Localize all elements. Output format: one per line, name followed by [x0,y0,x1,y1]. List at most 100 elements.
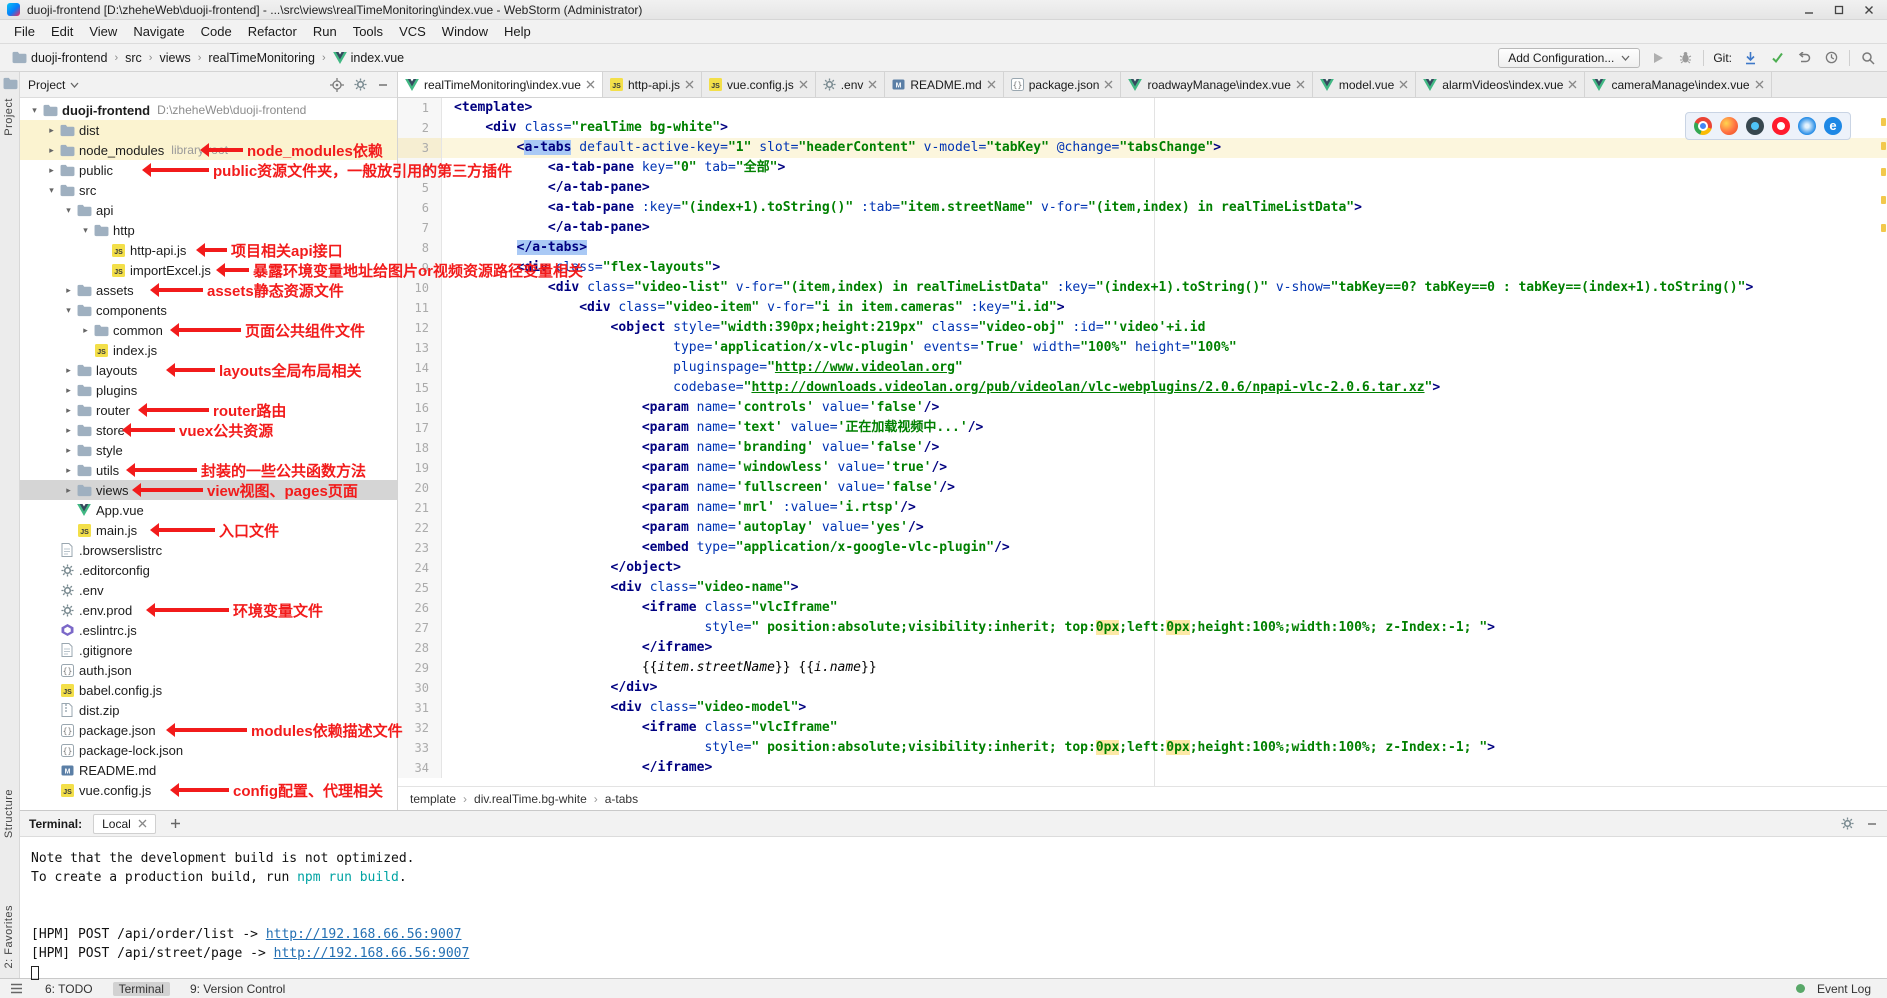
hide-panel-button[interactable] [377,79,389,91]
warning-mark[interactable] [1881,142,1886,150]
line-number[interactable]: 10 [398,278,442,298]
close-icon[interactable] [1568,80,1577,89]
code-line[interactable]: 12 <object style="width:390px;height:219… [398,318,1887,338]
close-icon[interactable] [987,80,996,89]
status-item-9-version-control[interactable]: 9: Version Control [184,982,291,996]
line-number[interactable]: 22 [398,518,442,538]
tool-button-project[interactable]: Project [3,98,15,136]
terminal-settings-icon[interactable] [1841,817,1854,830]
code-line[interactable]: 15 codebase="http://downloads.videolan.o… [398,378,1887,398]
run-button[interactable] [1649,49,1667,67]
close-icon[interactable] [868,80,877,89]
tree-item-store[interactable]: ▸store [20,420,397,440]
chevron-down-icon[interactable]: ▾ [79,225,92,236]
tree-item-vue-config-js[interactable]: JSvue.config.js [20,780,397,800]
tree-item-eslintrc-js[interactable]: .eslintrc.js [20,620,397,640]
tree-item-dist[interactable]: ▸dist [20,120,397,140]
line-number[interactable]: 8 [398,238,442,258]
menu-icon[interactable] [10,983,23,994]
warning-mark[interactable] [1881,168,1886,176]
warning-mark[interactable] [1881,224,1886,232]
close-icon[interactable] [685,80,694,89]
tree-item-http[interactable]: ▾http [20,220,397,240]
terminal-link[interactable]: http://192.168.66.56:9007 [266,927,462,942]
code-line[interactable]: 28 </iframe> [398,638,1887,658]
breadcrumb-item-index-vue[interactable]: index.vue [331,50,407,66]
line-number[interactable]: 1 [398,98,442,118]
menu-vcs[interactable]: VCS [391,22,434,41]
chevron-right-icon[interactable]: ▸ [79,325,92,336]
line-number[interactable]: 21 [398,498,442,518]
menu-run[interactable]: Run [305,22,345,41]
close-icon[interactable] [138,819,147,828]
tree-item-node-modules[interactable]: ▸node_moduleslibrary root [20,140,397,160]
chevron-right-icon[interactable]: ▸ [45,165,58,176]
line-number[interactable]: 4 [398,158,442,178]
editor-crumb-a-tabs[interactable]: a-tabs [605,792,638,806]
code-line[interactable]: 31 <div class="video-model"> [398,698,1887,718]
git-commit-button[interactable] [1768,49,1786,67]
tree-item-utils[interactable]: ▸utils [20,460,397,480]
tree-item-browserslistrc[interactable]: .browserslistrc [20,540,397,560]
tree-item-layouts[interactable]: ▸layouts [20,360,397,380]
debug-button[interactable] [1676,49,1694,67]
line-number[interactable]: 24 [398,558,442,578]
line-number[interactable]: 33 [398,738,442,758]
warning-mark[interactable] [1881,118,1886,126]
editor-tab-vue-config-js[interactable]: JSvue.config.js [702,72,816,97]
editor-crumb-div-realtime-bg-white[interactable]: div.realTime.bg-white [474,792,587,806]
code-line[interactable]: 11 <div class="video-item" v-for="i in i… [398,298,1887,318]
close-icon[interactable] [799,80,808,89]
git-update-button[interactable] [1741,49,1759,67]
tree-item-auth-json[interactable]: {}auth.json [20,660,397,680]
chevron-right-icon[interactable]: ▸ [62,425,75,436]
code-line[interactable]: 32 <iframe class="vlcIframe" [398,718,1887,738]
line-number[interactable]: 6 [398,198,442,218]
tree-item-common[interactable]: ▸common [20,320,397,340]
tree-item-importexcel-js[interactable]: JSimportExcel.js [20,260,397,280]
chevron-right-icon[interactable]: ▸ [45,125,58,136]
editor-tab-model-vue[interactable]: model.vue [1313,72,1416,97]
editor-crumb-template[interactable]: template [410,792,456,806]
line-number[interactable]: 5 [398,178,442,198]
minimize-panel-icon[interactable] [1866,818,1878,830]
code-line[interactable]: 21 <param name='mrl' :value='i.rtsp'/> [398,498,1887,518]
tree-item-duoji-frontend[interactable]: ▾duoji-frontendD:\zheheWeb\duoji-fronten… [20,100,397,120]
status-item-terminal[interactable]: Terminal [113,982,170,996]
chevron-right-icon[interactable]: ▸ [62,365,75,376]
code-line[interactable]: 1<template> [398,98,1887,118]
tree-item-components[interactable]: ▾components [20,300,397,320]
editor-tab-alarmvideos-index-vue[interactable]: alarmVideos\index.vue [1416,72,1585,97]
chevron-right-icon[interactable]: ▸ [62,285,75,296]
menu-view[interactable]: View [81,22,125,41]
code-line[interactable]: 30 </div> [398,678,1887,698]
status-item-event-log[interactable]: Event Log [1811,982,1877,996]
tree-item-router[interactable]: ▸router [20,400,397,420]
menu-refactor[interactable]: Refactor [240,22,305,41]
chevron-right-icon[interactable]: ▸ [62,385,75,396]
tree-item-style[interactable]: ▸style [20,440,397,460]
line-number[interactable]: 3 [398,138,442,158]
tree-item-readme-md[interactable]: MREADME.md [20,760,397,780]
firefox-browser-icon[interactable] [1720,117,1738,135]
code-line[interactable]: 9 <div class="flex-layouts"> [398,258,1887,278]
code-line[interactable]: 17 <param name='text' value='正在加载视频中...'… [398,418,1887,438]
chevron-right-icon[interactable]: ▸ [62,485,75,496]
code-line[interactable]: 13 type='application/x-vlc-plugin' event… [398,338,1887,358]
code-line[interactable]: 26 <iframe class="vlcIframe" [398,598,1887,618]
terminal-link[interactable]: http://192.168.66.56:9007 [274,946,470,961]
line-number[interactable]: 32 [398,718,442,738]
close-icon[interactable] [586,80,595,89]
tree-item-package-lock-json[interactable]: {}package-lock.json [20,740,397,760]
line-number[interactable]: 9 [398,258,442,278]
warning-mark[interactable] [1881,196,1886,204]
tree-item-app-vue[interactable]: App.vue [20,500,397,520]
line-number[interactable]: 34 [398,758,442,778]
editor-tab-readme-md[interactable]: MREADME.md [885,72,1003,97]
line-number[interactable]: 11 [398,298,442,318]
close-button[interactable] [1855,2,1883,18]
tree-item-public[interactable]: ▸public [20,160,397,180]
editor-tab-cameramanage-index-vue[interactable]: cameraManage\index.vue [1585,72,1771,97]
tree-item-index-js[interactable]: JSindex.js [20,340,397,360]
tool-button-structure[interactable]: Structure [3,789,15,838]
